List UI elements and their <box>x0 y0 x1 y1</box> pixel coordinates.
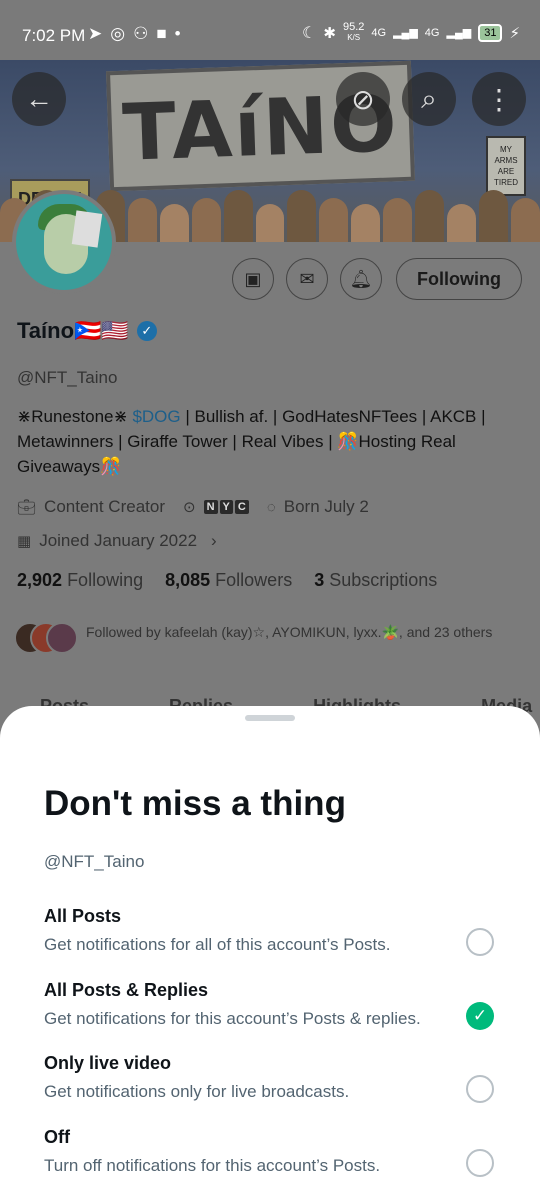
balloon-icon: ◌ <box>266 498 276 516</box>
radio-live-video[interactable] <box>466 1075 494 1103</box>
option-posts-replies[interactable]: All Posts & Replies Get notifications fo… <box>44 980 504 1044</box>
profile-counts: 2,902 Following 8,085 Followers 3 Subscr… <box>17 570 437 591</box>
followed-by-text: Followed by kafeelah (kay)☆, AYOMIKUN, l… <box>86 624 493 640</box>
followers-count[interactable]: 8,085 Followers <box>165 570 292 591</box>
calendar-icon: ▦ <box>17 533 32 550</box>
chevron-right-icon: › <box>211 531 217 550</box>
option-off[interactable]: Off Turn off notifications for this acco… <box>44 1127 504 1191</box>
subscribe-button[interactable]: ▣ <box>232 258 274 300</box>
sheet-handle: @NFT_Taino <box>44 852 145 871</box>
subscriptions-count[interactable]: 3 Subscriptions <box>314 570 437 591</box>
mail-icon: ✉ <box>299 268 315 289</box>
profile-birthday: Born July 2 <box>283 497 369 516</box>
bell-check-icon: 🔔︎ <box>349 268 373 289</box>
verified-icon[interactable]: ✓ <box>136 321 157 341</box>
radio-posts-replies[interactable]: ✓ <box>466 1002 494 1030</box>
profile-location: NYC <box>203 500 249 514</box>
joined-row[interactable]: ▦ Joined January 2022 › <box>17 531 217 551</box>
message-button[interactable]: ✉ <box>286 258 328 300</box>
money-icon: ▣ <box>244 268 262 289</box>
profile-handle: @NFT_Taino <box>17 368 118 387</box>
radio-all-posts[interactable] <box>466 928 494 956</box>
briefcase-icon: 💼︎ <box>17 499 37 516</box>
profile-meta-row: 💼︎ Content Creator ⊙ NYC ◌ Born July 2 <box>17 497 369 517</box>
followed-by-row[interactable]: Followed by kafeelah (kay)☆, AYOMIKUN, l… <box>14 622 506 656</box>
option-live-video[interactable]: Only live video Get notifications only f… <box>44 1053 504 1117</box>
bio-cashtag-link[interactable]: $DOG <box>132 407 180 426</box>
follower-avatars <box>14 622 78 656</box>
profile-section: ▣ ✉ 🔔︎ Following Taíno🇵🇷🇺🇸 ✓ @NFT_Taino … <box>0 0 540 762</box>
sheet-title: Don't miss a thing <box>44 784 346 823</box>
checkmark-icon: ✓ <box>472 1006 488 1025</box>
sheet-grabber[interactable] <box>245 715 295 721</box>
following-button[interactable]: Following <box>396 258 522 300</box>
profile-name: Taíno🇵🇷🇺🇸 <box>17 318 129 343</box>
following-count[interactable]: 2,902 Following <box>17 570 143 591</box>
notification-sheet: Don't miss a thing @NFT_Taino All Posts … <box>0 706 540 1200</box>
profile-category: Content Creator <box>44 497 165 516</box>
notifications-button[interactable]: 🔔︎ <box>340 258 382 300</box>
location-icon: ⊙ <box>183 499 196 516</box>
option-all-posts[interactable]: All Posts Get notifications for all of t… <box>44 906 504 970</box>
radio-off[interactable] <box>466 1149 494 1177</box>
profile-name-row: Taíno🇵🇷🇺🇸 ✓ <box>17 318 157 344</box>
profile-joined: Joined January 2022 <box>39 531 198 550</box>
profile-bio: ⋇Runestone⋇ $DOG | Bullish af. | GodHate… <box>17 407 486 476</box>
avatar[interactable] <box>12 190 116 294</box>
